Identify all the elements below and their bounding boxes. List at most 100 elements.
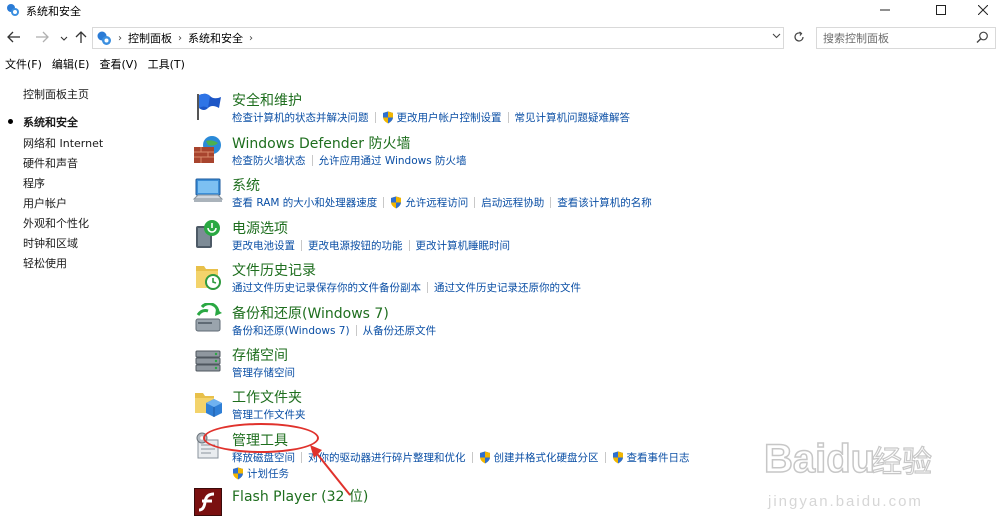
task-link[interactable]: 查看事件日志 [612, 450, 690, 465]
link-separator [550, 197, 552, 208]
flash-icon[interactable] [192, 486, 224, 518]
menu-view[interactable]: 查看(V) [94, 54, 142, 72]
task-link[interactable]: 查看 RAM 的大小和处理器速度 [232, 195, 377, 210]
work-folders-icon[interactable] [192, 387, 224, 419]
forward-button[interactable] [34, 30, 50, 46]
search-input[interactable] [823, 28, 973, 48]
link-separator [427, 282, 428, 293]
file-history-icon[interactable] [192, 260, 224, 292]
watermark-brand: Baidu [764, 437, 875, 481]
close-icon [978, 5, 988, 15]
power-icon[interactable] [192, 218, 224, 250]
category-links: 计划任务 [232, 466, 289, 481]
category-title[interactable]: 安全和维护 [232, 90, 302, 110]
task-link[interactable]: 备份和还原(Windows 7) [232, 323, 350, 338]
back-button[interactable] [6, 30, 22, 46]
task-link-label: 查看事件日志 [626, 452, 690, 464]
task-link[interactable]: 更改计算机睡眠时间 [416, 238, 511, 253]
sidebar-item-appearance[interactable]: 外观和个性化 [23, 215, 89, 231]
annotation-arrow [310, 445, 351, 496]
menu-bar: 文件(F) 编辑(E) 查看(V) 工具(T) [0, 54, 190, 72]
category-power: 电源选项 更改电池设置 更改电源按钮的功能 更改计算机睡眠时间 [190, 214, 990, 256]
category-work-folders: 工作文件夹管理工作文件夹 [190, 383, 990, 425]
category-title[interactable]: 工作文件夹 [232, 387, 302, 407]
link-separator [374, 112, 376, 123]
recent-locations-button[interactable] [56, 30, 72, 46]
menu-tools[interactable]: 工具(T) [143, 54, 190, 72]
link-separator [604, 452, 606, 463]
arrow-left-icon [7, 31, 21, 46]
category-title[interactable]: 存储空间 [232, 345, 288, 365]
task-link-label: 通过文件历史记录还原你的文件 [434, 282, 581, 294]
task-link[interactable]: 从备份还原文件 [363, 323, 437, 338]
sidebar-item-ease-of-access[interactable]: 轻松使用 [23, 255, 67, 271]
task-link[interactable]: 创建并格式化硬盘分区 [479, 450, 599, 465]
watermark-url: jingyan.baidu.com [767, 493, 923, 510]
breadcrumb-system-security[interactable]: 系统和安全 [188, 30, 243, 46]
task-link[interactable]: 启动远程协助 [481, 195, 544, 210]
menu-edit[interactable]: 编辑(E) [47, 54, 95, 72]
task-link[interactable]: 通过文件历史记录保存你的文件备份副本 [232, 280, 421, 295]
title-bar: 系统和安全 [0, 0, 1000, 22]
up-button[interactable] [73, 30, 89, 46]
firewall-icon[interactable] [192, 133, 224, 165]
arrow-up-icon [75, 30, 87, 47]
watermark-cn: 经验 [872, 445, 932, 480]
task-link[interactable]: 更改电池设置 [232, 238, 295, 253]
task-link[interactable]: 通过文件历史记录还原你的文件 [434, 280, 581, 295]
task-link[interactable]: 允许远程访问 [390, 195, 468, 210]
search-icon[interactable] [976, 31, 989, 47]
flag-icon[interactable] [192, 90, 224, 122]
task-link[interactable]: 查看该计算机的名称 [557, 195, 652, 210]
chevron-right-icon[interactable]: › [249, 33, 253, 44]
task-link[interactable]: 更改用户帐户控制设置 [382, 110, 502, 125]
chevron-down-icon[interactable] [772, 31, 781, 42]
sidebar-item-programs[interactable]: 程序 [23, 175, 45, 191]
task-link-label: 查看该计算机的名称 [557, 197, 652, 209]
sidebar-item-home[interactable]: 控制面板主页 [23, 86, 89, 102]
maximize-button[interactable] [918, 0, 964, 20]
sidebar-item-network[interactable]: 网络和 Internet [23, 135, 103, 151]
refresh-button[interactable] [790, 30, 808, 46]
menu-file[interactable]: 文件(F) [0, 54, 47, 72]
sidebar-item-clock-region[interactable]: 时钟和区域 [23, 235, 78, 251]
backup-icon[interactable] [192, 302, 224, 335]
category-title[interactable]: 文件历史记录 [232, 260, 316, 280]
search-box[interactable] [816, 27, 996, 49]
task-link[interactable]: 管理工作文件夹 [232, 407, 306, 422]
address-bar[interactable]: › 控制面板 › 系统和安全 › [92, 27, 784, 49]
category-title[interactable]: 电源选项 [232, 218, 288, 238]
minimize-icon [880, 5, 890, 15]
navigation-bar: › 控制面板 › 系统和安全 › [0, 26, 1000, 50]
task-link[interactable]: 管理存储空间 [232, 365, 295, 380]
chevron-down-icon [60, 32, 68, 45]
category-backup: 备份和还原(Windows 7) 备份和还原(Windows 7) 从备份还原文件 [190, 299, 990, 341]
category-title[interactable]: 系统 [232, 175, 260, 195]
task-link-label: 查看 RAM 的大小和处理器速度 [232, 197, 378, 209]
sidebar-item-user-accounts[interactable]: 用户帐户 [23, 195, 67, 211]
chevron-right-icon[interactable]: › [178, 33, 182, 44]
task-link-label: 计划任务 [247, 468, 289, 480]
close-button[interactable] [960, 0, 1000, 20]
computer-icon[interactable] [192, 175, 224, 207]
task-link-label: 更改电源按钮的功能 [308, 240, 403, 252]
task-link-label: 从备份还原文件 [362, 325, 437, 337]
minimize-button[interactable] [862, 0, 908, 20]
refresh-icon [793, 31, 805, 46]
uac-shield-icon [382, 111, 394, 124]
task-link[interactable]: 常见计算机问题疑难解答 [515, 110, 631, 125]
storage-icon[interactable] [192, 345, 224, 377]
task-link[interactable]: 允许应用通过 Windows 防火墙 [319, 153, 467, 168]
category-title[interactable]: 备份和还原(Windows 7) [232, 303, 389, 323]
sidebar-item-system-security[interactable]: 系统和安全 [23, 114, 78, 130]
task-link-label: 通过文件历史记录保存你的文件备份副本 [232, 282, 421, 294]
task-link[interactable]: 更改电源按钮的功能 [308, 238, 403, 253]
task-link-label: 管理工作文件夹 [232, 409, 306, 421]
sidebar-item-hardware[interactable]: 硬件和声音 [23, 155, 78, 171]
breadcrumb-control-panel[interactable]: 控制面板 [128, 30, 172, 46]
category-title[interactable]: Windows Defender 防火墙 [232, 133, 410, 153]
task-link[interactable]: 计划任务 [232, 466, 289, 481]
task-link[interactable]: 检查防火墙状态 [232, 153, 306, 168]
link-separator [408, 240, 410, 251]
task-link[interactable]: 检查计算机的状态并解决问题 [232, 110, 369, 125]
